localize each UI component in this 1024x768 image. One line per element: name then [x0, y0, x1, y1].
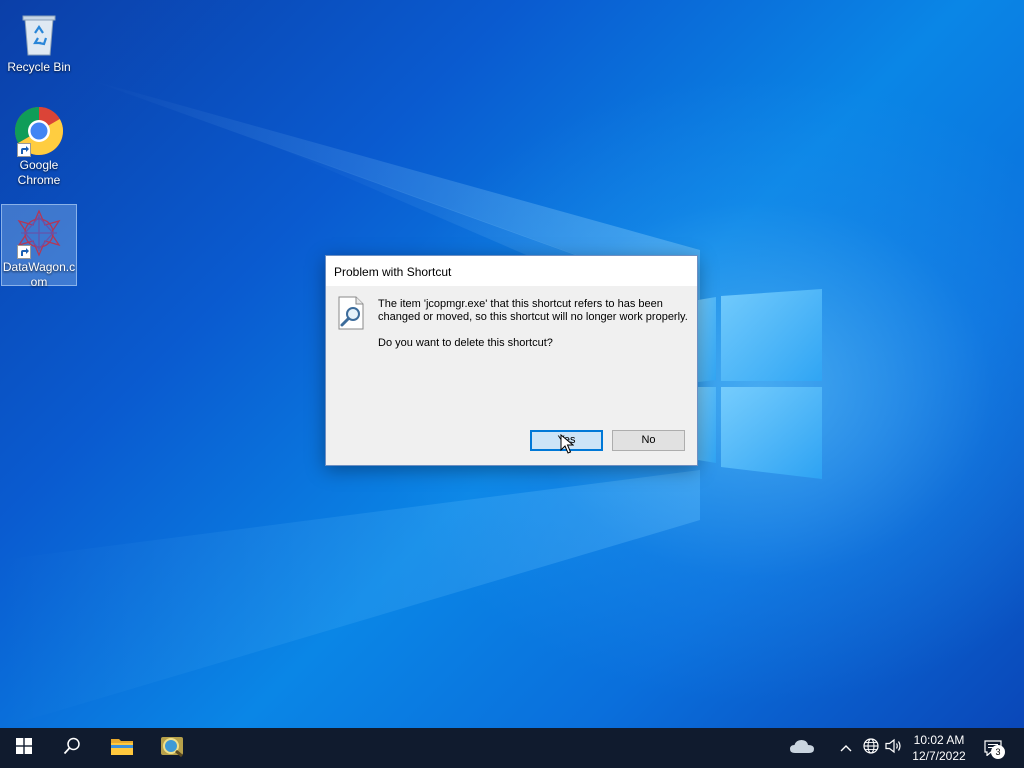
- dialog-message: The item 'jcopmgr.exe' that this shortcu…: [378, 298, 694, 363]
- network-button[interactable]: [860, 728, 882, 768]
- taskbar: 10:02 AM 12/7/2022 3: [0, 728, 1024, 768]
- desktop-icon-datawagon[interactable]: DataWagon.com: [1, 204, 77, 289]
- problem-with-shortcut-dialog[interactable]: Problem with Shortcut The item 'jcopmgr.…: [325, 255, 698, 466]
- chevron-up-icon: [840, 739, 852, 757]
- datawagon-icon: [13, 207, 65, 259]
- show-hidden-icons-button[interactable]: [836, 728, 856, 768]
- notification-count-badge: 3: [991, 745, 1005, 759]
- dialog-question-text: Do you want to delete this shortcut?: [378, 337, 553, 349]
- search-icon: [63, 737, 81, 760]
- desktop-icon-label: DataWagon.com: [2, 260, 76, 289]
- desktop-icon-label: Google Chrome: [17, 158, 61, 187]
- clock-date: 12/7/2022: [912, 749, 966, 763]
- desktop-icon-label: Recycle Bin: [7, 60, 71, 74]
- search-button[interactable]: [48, 728, 96, 768]
- notification-icon: 3: [984, 740, 1005, 759]
- missing-file-search-icon: [336, 296, 366, 335]
- desktop-icon-recycle-bin[interactable]: Recycle Bin: [1, 5, 77, 75]
- windows-start-icon: [16, 737, 32, 759]
- taskbar-app-button[interactable]: [148, 728, 196, 768]
- chrome-icon: [13, 105, 65, 157]
- volume-button[interactable]: [883, 728, 905, 768]
- recycle-bin-icon: [13, 7, 65, 59]
- start-button[interactable]: [0, 728, 48, 768]
- folder-icon: [110, 736, 134, 761]
- shortcut-arrow-icon: [17, 245, 31, 259]
- dialog-message-text: The item 'jcopmgr.exe' that this shortcu…: [378, 298, 688, 323]
- dialog-title[interactable]: Problem with Shortcut: [326, 256, 697, 286]
- file-explorer-button[interactable]: [98, 728, 146, 768]
- desktop-icon-google-chrome[interactable]: Google Chrome: [1, 103, 77, 188]
- no-button[interactable]: No: [612, 430, 685, 451]
- onedrive-cloud-icon: [789, 738, 815, 759]
- network-globe-icon: [863, 737, 879, 759]
- yes-button[interactable]: Yes: [530, 430, 603, 451]
- clock[interactable]: 10:02 AM 12/7/2022: [906, 732, 972, 764]
- clock-time: 10:02 AM: [913, 733, 965, 747]
- action-center-button[interactable]: 3: [978, 728, 1008, 768]
- shortcut-arrow-icon: [17, 143, 31, 157]
- speaker-icon: [885, 738, 903, 759]
- onedrive-button[interactable]: [784, 728, 820, 768]
- magnifier-app-icon: [159, 734, 185, 763]
